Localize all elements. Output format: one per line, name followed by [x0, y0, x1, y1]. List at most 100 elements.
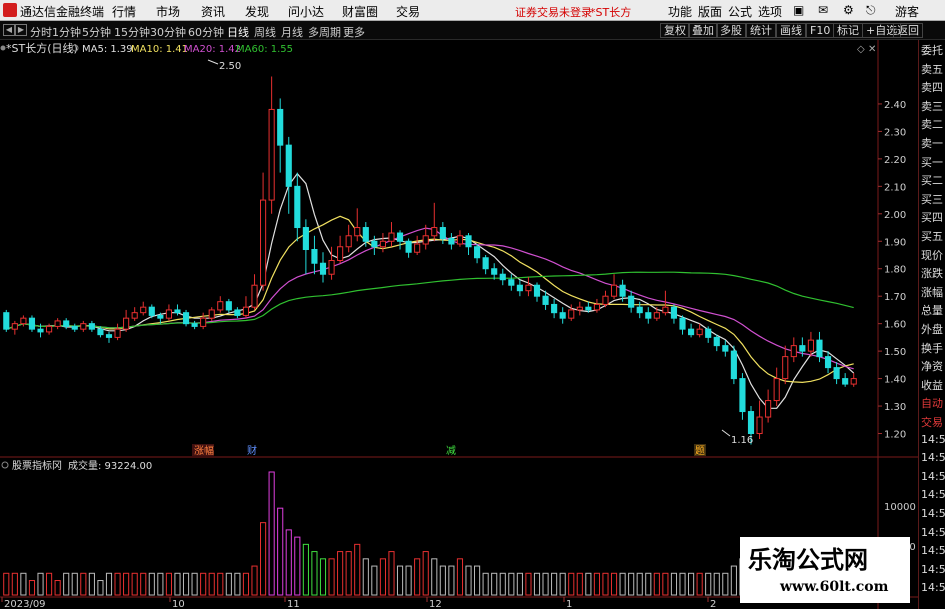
candle-body — [602, 295, 609, 305]
period-tab-5min[interactable]: 5分钟 — [82, 24, 111, 40]
volume-bar — [730, 565, 737, 596]
tool-huaxian[interactable]: 画线 — [776, 23, 806, 38]
period-tab-more[interactable]: 更多 — [343, 24, 365, 40]
menu-item-xuanxiang[interactable]: 选项 — [758, 3, 782, 20]
menu-item-banmian[interactable]: 版面 — [698, 3, 722, 20]
candle-body — [251, 284, 258, 308]
menu-item-shichang[interactable]: 市场 — [156, 3, 180, 20]
menu-item-jiaoyi[interactable]: 交易 — [396, 3, 420, 20]
volume-bar — [88, 572, 95, 596]
volume-bar — [456, 558, 464, 596]
candle-body — [816, 339, 823, 358]
volume-bar — [542, 572, 549, 596]
volume-bar — [208, 572, 215, 596]
candle-body — [114, 328, 121, 338]
indicator-dot-icon — [0, 45, 6, 51]
tool-f10[interactable]: F10 — [806, 23, 835, 38]
candle-body — [499, 273, 506, 281]
tool-biaoji[interactable]: 标记 — [833, 23, 863, 38]
volume-bar — [105, 572, 113, 596]
event-marker-zhangfu[interactable]: 涨幅 — [194, 444, 214, 457]
ma20-value: MA20: 1.42 — [184, 44, 241, 55]
side-panel-item[interactable]: 自动 — [921, 395, 943, 411]
period-tab-multi[interactable]: 多周期 — [308, 24, 341, 40]
tool-back[interactable]: 返回 — [893, 23, 923, 38]
period-tab-monthly[interactable]: 月线 — [281, 24, 303, 40]
side-panel-item: 换手 — [921, 341, 943, 355]
side-panel-item[interactable]: 交易 — [921, 414, 943, 430]
period-tab-fenshi[interactable]: 分时 — [30, 24, 52, 40]
y-tick-label: 2.20 — [884, 155, 906, 166]
candle-body — [414, 243, 421, 253]
candle-body — [850, 378, 857, 385]
menu-item-caifuquan[interactable]: 财富圈 — [342, 3, 378, 20]
candle-body — [688, 328, 695, 336]
volume-bar — [191, 572, 198, 596]
current-stock-tag: *ST长方 — [590, 6, 632, 19]
candle-body — [328, 259, 335, 275]
x-tick-label: 11 — [287, 599, 300, 609]
kline-chart[interactable]: *ST长方(日线) MA5: 1.39 MA10: 1.41 MA20: 1.4… — [0, 40, 918, 609]
volume-bar — [20, 572, 27, 596]
volume-bar — [354, 543, 361, 596]
period-tab-weekly[interactable]: 周线 — [254, 24, 276, 40]
candle-body — [405, 240, 412, 253]
period-tab-30min[interactable]: 30分钟 — [150, 24, 186, 40]
ad-icon[interactable]: ▣ — [793, 3, 804, 17]
guest-button[interactable]: 游客 — [895, 3, 919, 20]
candle-body — [593, 303, 600, 311]
side-panel-item: 卖三 — [921, 99, 943, 113]
tool-duogu[interactable]: 多股 — [716, 23, 746, 38]
event-marker-jian[interactable]: 减 — [446, 445, 456, 457]
tool-fuquan[interactable]: 复权 — [660, 23, 690, 38]
login-notice[interactable]: 证券交易未登录 — [515, 4, 592, 20]
menu-item-zixun[interactable]: 资讯 — [201, 3, 225, 20]
period-tab-1min[interactable]: 1分钟 — [52, 24, 81, 40]
candle-body — [174, 309, 181, 314]
draw-tool-icon[interactable]: ◇ — [857, 44, 865, 55]
candle-body — [225, 301, 232, 311]
candle-body — [431, 227, 438, 237]
volume-bar — [37, 572, 44, 596]
nav-right-icon[interactable]: ▶ — [15, 24, 27, 36]
tool-diejia[interactable]: 叠加 — [688, 23, 718, 38]
side-panel-item: 14:54 — [921, 525, 945, 539]
menu-item-gongneng[interactable]: 功能 — [668, 3, 692, 20]
volume-bar — [448, 565, 455, 596]
period-tab-15min[interactable]: 15分钟 — [114, 24, 150, 40]
menu-item-hangqing[interactable]: 行情 — [112, 3, 136, 20]
volume-bar — [268, 471, 275, 596]
mail-icon[interactable]: ✉ — [818, 3, 828, 17]
volume-bar — [200, 572, 207, 596]
side-panel-item: 现价 — [921, 248, 943, 262]
settings-icon[interactable]: ⚙ — [843, 3, 854, 17]
volume-bar — [148, 572, 155, 596]
candle-body — [37, 328, 44, 333]
close-panel-icon[interactable]: ✕ — [868, 44, 876, 55]
candle-body — [799, 345, 806, 352]
volume-bar — [11, 572, 18, 596]
event-marker-cai[interactable]: 财 — [247, 444, 257, 457]
side-panel-item: 委托 — [921, 44, 943, 57]
volume-bar — [174, 572, 181, 596]
volume-bar — [713, 572, 720, 596]
volume-indicator-title: 股票指标冈 — [12, 459, 62, 472]
candle-body — [131, 312, 138, 319]
menu-item-wenxiaoda[interactable]: 问小达 — [288, 3, 324, 20]
menu-item-gongshi[interactable]: 公式 — [728, 3, 752, 20]
nav-left-icon[interactable]: ◀ — [3, 24, 15, 36]
period-tab-daily[interactable]: 日线 — [227, 24, 249, 40]
candle-body — [576, 306, 583, 311]
event-marker-ti[interactable]: 题 — [695, 445, 705, 457]
ma5-value: MA5: 1.39 — [82, 44, 133, 55]
tool-tongji[interactable]: 统计 — [746, 23, 776, 38]
candle-body — [88, 323, 95, 330]
candle-body — [679, 317, 686, 330]
menu-item-faxian[interactable]: 发现 — [245, 3, 269, 20]
period-tab-60min[interactable]: 60分钟 — [188, 24, 224, 40]
user-icon[interactable]: ⎋ — [866, 3, 876, 18]
volume-bar — [165, 572, 172, 596]
candle-body — [705, 328, 712, 338]
candle-body — [371, 240, 378, 248]
volume-bar — [182, 572, 190, 596]
